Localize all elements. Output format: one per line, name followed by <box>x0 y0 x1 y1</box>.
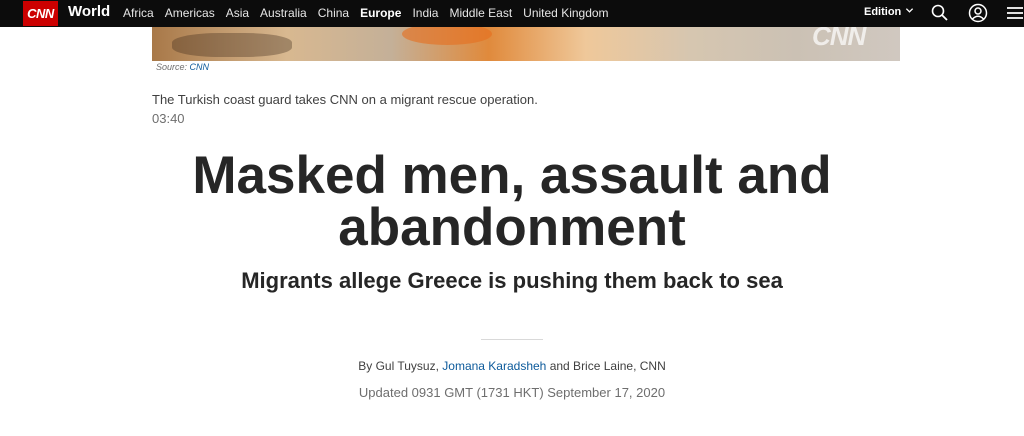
article-headline: Masked men, assault and abandonment <box>192 146 832 257</box>
top-nav: CNN World Africa Americas Asia Australia… <box>0 0 1024 27</box>
author-link[interactable]: Jomana Karadsheh <box>442 359 546 373</box>
cnn-watermark: CNN <box>812 27 866 51</box>
nav-link-united-kingdom[interactable]: United Kingdom <box>523 6 608 20</box>
source-prefix: Source: <box>156 62 188 72</box>
account-icon[interactable] <box>968 3 988 23</box>
edition-selector[interactable]: Edition <box>864 6 914 18</box>
nav-link-europe[interactable]: Europe <box>360 6 401 20</box>
nav-link-asia[interactable]: Asia <box>226 6 249 20</box>
article-subheadline: Migrants allege Greece is pushing them b… <box>241 268 783 293</box>
cnn-logo[interactable]: CNN <box>23 1 58 26</box>
video-thumbnail[interactable]: CNN <box>152 27 900 61</box>
video-duration: 03:40 <box>152 111 185 126</box>
search-icon[interactable] <box>930 3 950 23</box>
nav-link-china[interactable]: China <box>318 6 349 20</box>
nav-link-africa[interactable]: Africa <box>123 6 154 20</box>
chevron-down-icon <box>905 6 914 18</box>
nav-link-middle-east[interactable]: Middle East <box>449 6 512 20</box>
menu-icon[interactable] <box>1005 3 1023 23</box>
divider <box>481 339 543 340</box>
updated-timestamp: Updated 0931 GMT (1731 HKT) September 17… <box>358 385 666 400</box>
section-title-world[interactable]: World <box>68 3 110 20</box>
byline-suffix: and Brice Laine, CNN <box>549 359 666 373</box>
nav-links: Africa Americas Asia Australia China Eur… <box>123 6 620 20</box>
video-caption: The Turkish coast guard takes CNN on a m… <box>152 92 538 107</box>
byline: By Gul Tuysuz, Jomana Karadsheh and Bric… <box>0 359 1024 373</box>
byline-prefix: By Gul Tuysuz, <box>358 359 439 373</box>
image-shape <box>402 27 492 45</box>
source-link[interactable]: CNN <box>190 62 210 72</box>
media-source: Source: CNN <box>156 62 209 72</box>
nav-link-americas[interactable]: Americas <box>165 6 215 20</box>
image-shape <box>172 33 292 57</box>
edition-label: Edition <box>864 6 902 18</box>
nav-link-australia[interactable]: Australia <box>260 6 307 20</box>
nav-link-india[interactable]: India <box>412 6 438 20</box>
